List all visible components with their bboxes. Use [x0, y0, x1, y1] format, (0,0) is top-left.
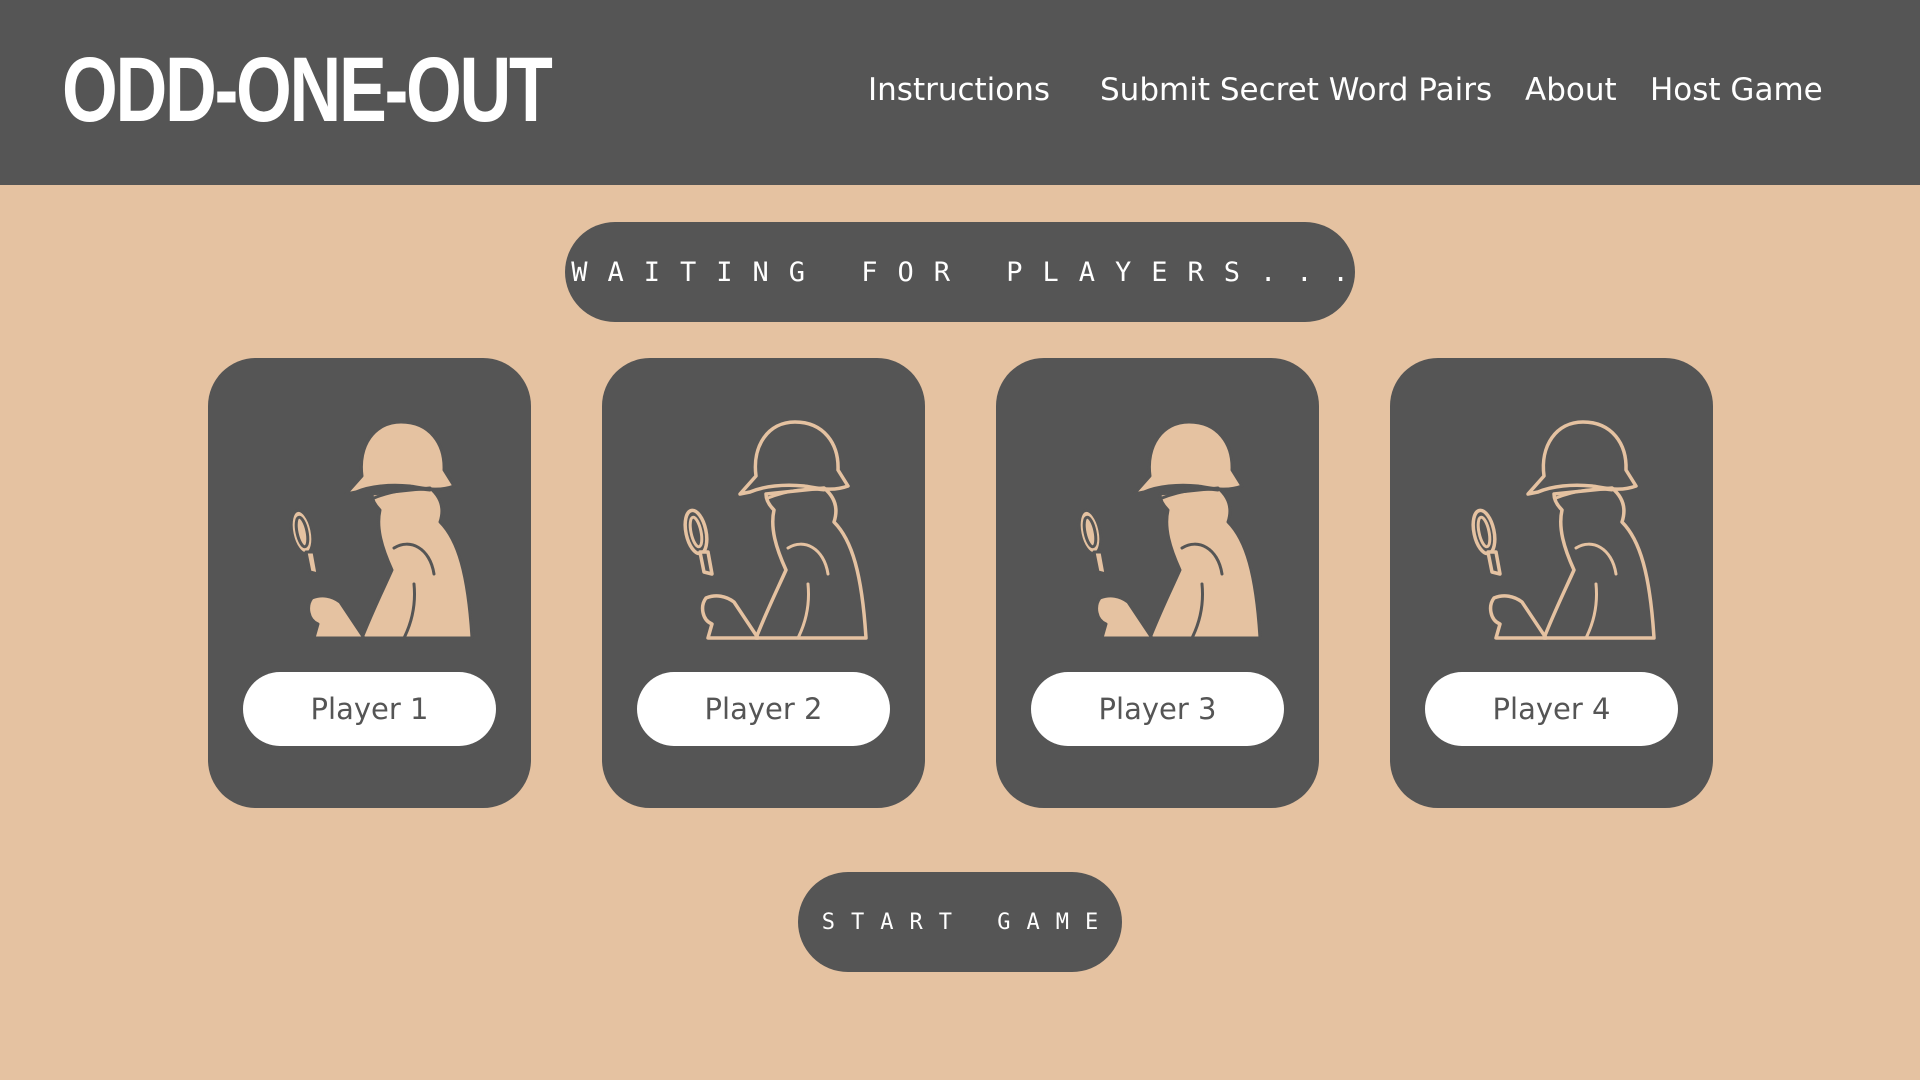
player-card-3: Player 3	[996, 358, 1319, 808]
status-text: WAITING FOR PLAYERS...	[571, 256, 1369, 288]
status-banner: WAITING FOR PLAYERS...	[565, 222, 1355, 322]
detective-icon	[1074, 420, 1262, 640]
detective-icon	[679, 420, 868, 640]
start-game-button[interactable]: START GAME	[798, 872, 1122, 972]
nav-about-link[interactable]: About	[1525, 72, 1617, 108]
player-card-2: Player 2	[602, 358, 925, 808]
nav-instructions-link[interactable]: Instructions	[868, 72, 1050, 108]
detective-icon	[1467, 420, 1656, 640]
player-card-1: Player 1	[208, 358, 531, 808]
player-name-pill[interactable]: Player 1	[243, 672, 496, 746]
player-card-4: Player 4	[1390, 358, 1713, 808]
nav-host-game-link[interactable]: Host Game	[1650, 72, 1823, 108]
start-game-label: START GAME	[821, 909, 1115, 935]
main-nav: Instructions Submit Secret Word Pairs Ab…	[0, 72, 1920, 122]
header-bar: ODD-ONE-OUT Instructions Submit Secret W…	[0, 0, 1920, 185]
player-name-pill[interactable]: Player 2	[637, 672, 890, 746]
player-name-pill[interactable]: Player 3	[1031, 672, 1284, 746]
player-name-pill[interactable]: Player 4	[1425, 672, 1678, 746]
nav-submit-pairs-link[interactable]: Submit Secret Word Pairs	[1100, 72, 1492, 108]
detective-icon	[286, 420, 474, 640]
